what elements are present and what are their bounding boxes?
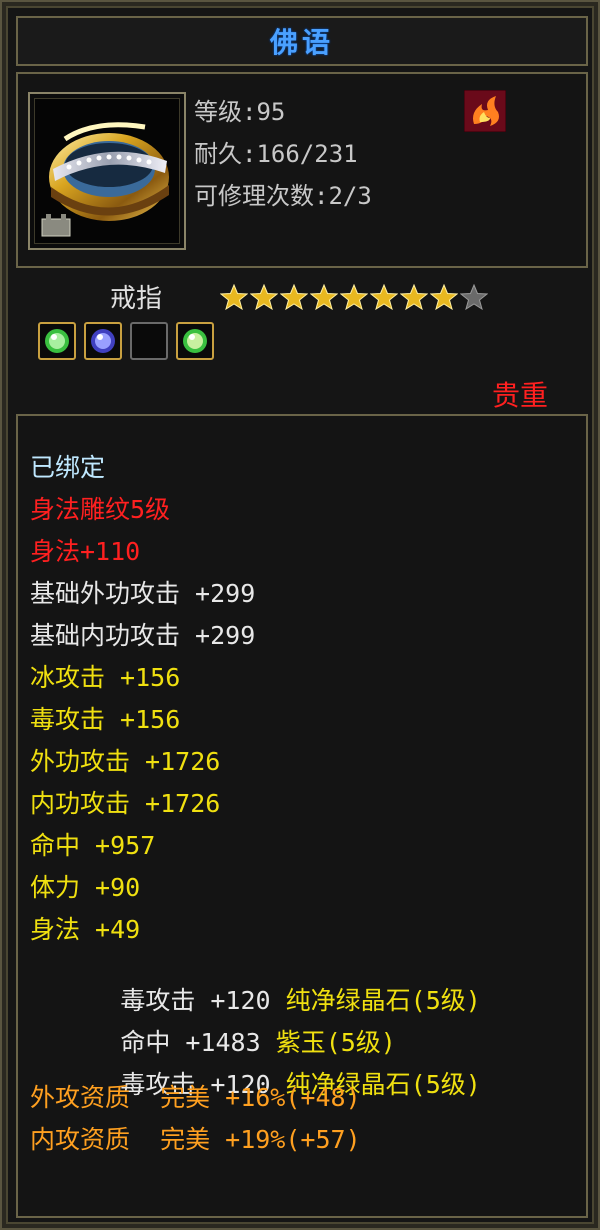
green-gem-icon[interactable] bbox=[38, 322, 76, 360]
star-filled-icon bbox=[430, 284, 458, 310]
attr-line: 身法 +49 bbox=[30, 915, 141, 944]
attr-line: 基础外功攻击 +299 bbox=[30, 579, 256, 608]
attr-line: 身法+110 bbox=[30, 537, 141, 566]
attr-line: 命中 +957 bbox=[30, 831, 156, 860]
quality-label: 贵重 bbox=[492, 379, 549, 412]
item-level: 等级:95 bbox=[194, 98, 286, 126]
purple-gem-icon[interactable] bbox=[84, 322, 122, 360]
gem-slots bbox=[38, 322, 214, 360]
flame-icon bbox=[464, 90, 506, 132]
star-filled-icon bbox=[280, 284, 308, 310]
attr-line: 基础内功攻击 +299 bbox=[30, 621, 256, 650]
lock-icon bbox=[41, 214, 71, 237]
item-repair-count: 可修理次数:2/3 bbox=[194, 182, 372, 210]
attr-line: 外功攻击 +1726 bbox=[30, 747, 221, 776]
item-icon-frame bbox=[28, 92, 186, 250]
ring-icon bbox=[34, 98, 180, 244]
star-rating bbox=[220, 284, 488, 310]
item-durability: 耐久:166/231 bbox=[194, 140, 358, 168]
green-gem-icon[interactable] bbox=[176, 322, 214, 360]
star-filled-icon bbox=[310, 284, 338, 310]
star-filled-icon bbox=[220, 284, 248, 310]
aptitude-line: 外攻资质 完美 +16%(+48) bbox=[30, 1083, 361, 1112]
item-title: 佛语 bbox=[269, 26, 334, 59]
star-filled-icon bbox=[340, 284, 368, 310]
attr-line: 内功攻击 +1726 bbox=[30, 789, 221, 818]
item-tooltip-panel: 佛语 等级:95 耐久:166/231 可修理次数:2/3 戒指 贵重 已绑定 … bbox=[0, 0, 600, 1230]
attr-line: 冰攻击 +156 bbox=[30, 663, 181, 692]
star-filled-icon bbox=[370, 284, 398, 310]
attr-line: 体力 +90 bbox=[30, 873, 141, 902]
item-header: 等级:95 耐久:166/231 可修理次数:2/3 bbox=[16, 72, 588, 268]
attr-line: 毒攻击 +156 bbox=[30, 705, 181, 734]
empty-gem-slot[interactable] bbox=[130, 322, 168, 360]
attribute-list: 已绑定 身法雕纹5级 身法+110 基础外功攻击 +299 基础内功攻击 +29… bbox=[16, 414, 588, 1218]
aptitude-line: 内攻资质 完美 +19%(+57) bbox=[30, 1125, 361, 1154]
title-bar: 佛语 bbox=[16, 16, 588, 66]
star-filled-icon bbox=[400, 284, 428, 310]
attr-line: 身法雕纹5级 bbox=[30, 495, 171, 524]
item-type-name: 戒指 bbox=[110, 284, 163, 314]
star-filled-icon bbox=[250, 284, 278, 310]
attr-line: 已绑定 bbox=[30, 453, 106, 482]
star-empty-icon bbox=[460, 284, 488, 310]
